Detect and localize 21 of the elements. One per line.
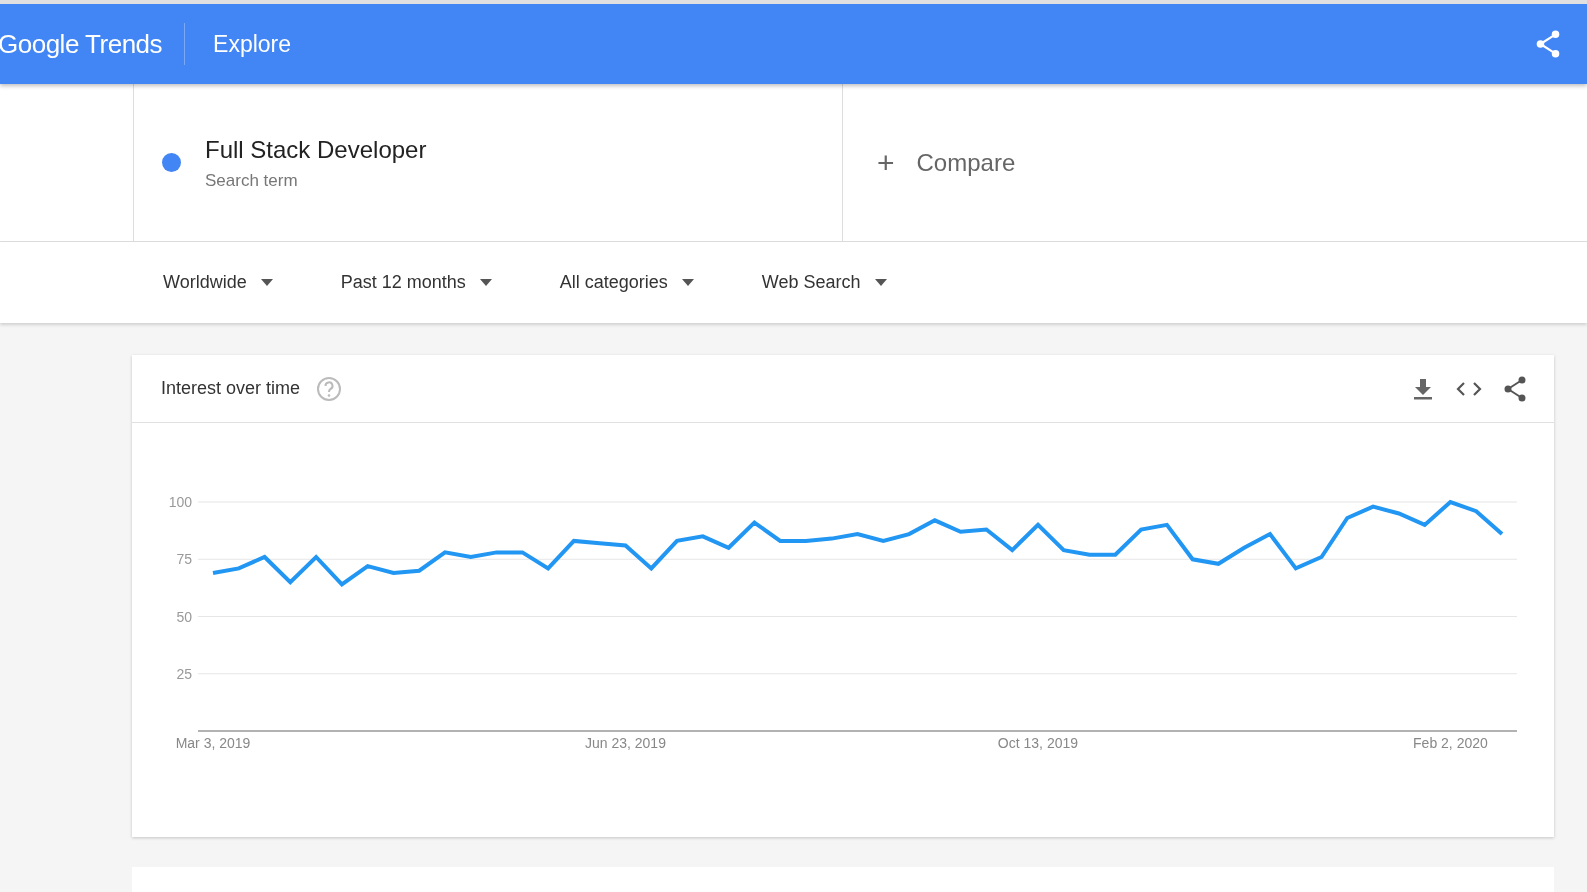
y-tick-label: 25 (176, 665, 192, 682)
card-title: Interest over time (161, 377, 301, 400)
x-tick-label: Feb 2, 2020 (1413, 735, 1488, 751)
caret-icon (681, 279, 694, 286)
y-tick-label: 75 (176, 551, 192, 568)
caret-icon (260, 279, 273, 286)
x-tick-label: Oct 13, 2019 (997, 735, 1079, 751)
y-tick-label: 50 (176, 608, 192, 625)
search-term[interactable]: Full Stack Developer (205, 131, 427, 168)
filter-dropdown[interactable]: Web Search (761, 269, 887, 296)
filter-dropdown[interactable]: Worldwide (163, 269, 273, 296)
x-tick-label: Mar 3, 2019 (175, 735, 251, 751)
caret-icon (874, 279, 887, 286)
x-tick-label: Jun 23, 2019 (585, 735, 666, 751)
caret-icon (479, 279, 492, 286)
logo[interactable]: Google Trends (0, 23, 186, 65)
term-type: Search term (205, 169, 299, 192)
filter-dropdown[interactable]: All categories (559, 269, 694, 296)
page-title: Explore (212, 29, 292, 59)
filter-dropdown[interactable]: Past 12 months (340, 269, 492, 296)
y-tick-label: 100 (168, 494, 192, 510)
